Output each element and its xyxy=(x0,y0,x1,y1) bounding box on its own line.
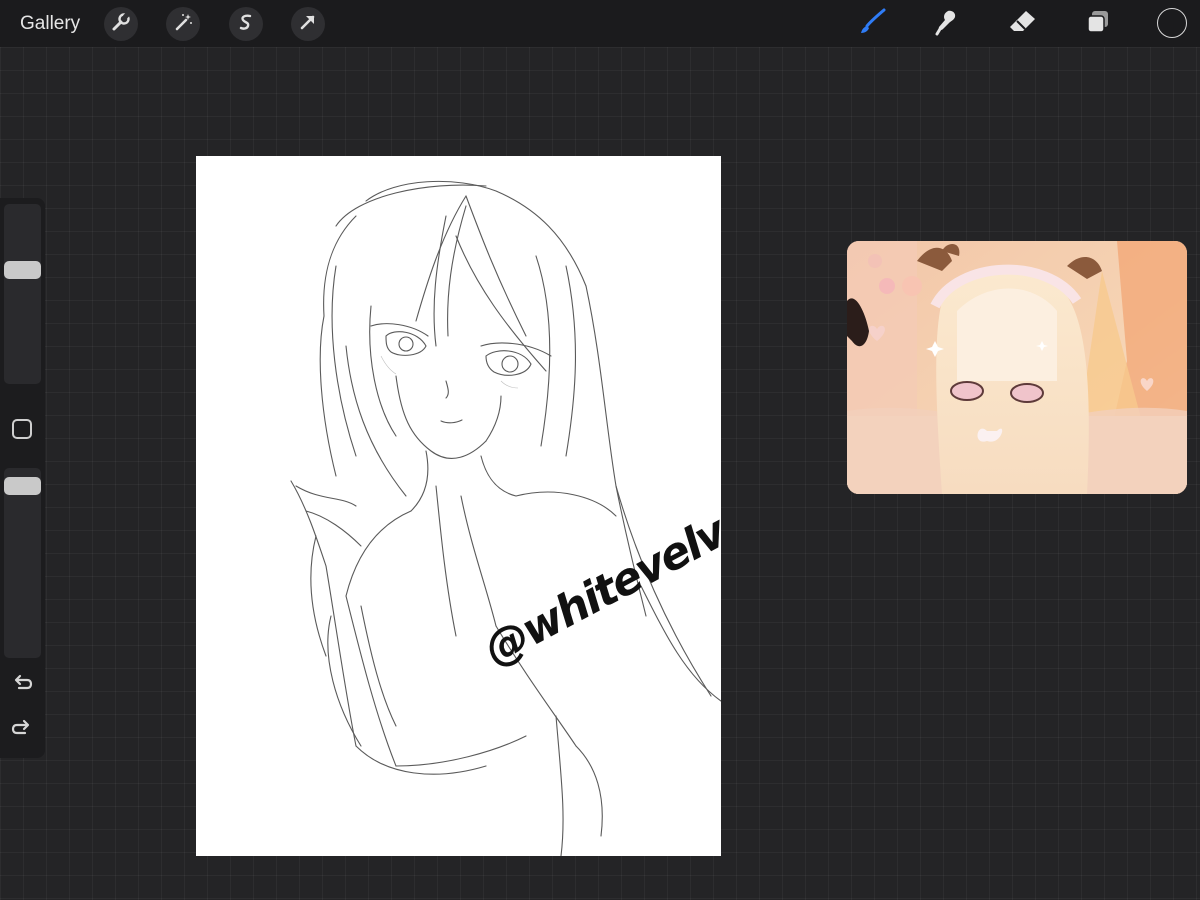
modify-button[interactable] xyxy=(12,419,32,439)
brush-size-slider[interactable] xyxy=(4,204,41,384)
reference-image xyxy=(847,241,1187,494)
reference-window[interactable] xyxy=(847,241,1187,494)
left-sidebar xyxy=(0,198,45,758)
color-picker-button[interactable] xyxy=(1157,8,1187,38)
brush-size-slider-thumb[interactable] xyxy=(4,260,41,279)
smudge-button[interactable] xyxy=(928,6,964,42)
gallery-button[interactable]: Gallery xyxy=(20,12,80,36)
redo-button[interactable] xyxy=(10,717,34,741)
brush-icon xyxy=(857,7,887,42)
adjustments-button[interactable] xyxy=(166,7,200,41)
layers-icon xyxy=(1083,7,1113,42)
selection-button[interactable] xyxy=(229,7,263,41)
sketch-artwork xyxy=(290,180,721,856)
opacity-slider-thumb[interactable] xyxy=(4,476,41,495)
smudge-icon xyxy=(931,7,961,42)
magic-wand-icon xyxy=(173,12,193,37)
top-toolbar: Gallery xyxy=(0,0,1200,47)
transform-arrow-icon xyxy=(298,12,318,37)
opacity-slider[interactable] xyxy=(4,468,41,658)
layers-button[interactable] xyxy=(1080,6,1116,42)
selection-icon xyxy=(236,12,256,37)
undo-icon xyxy=(11,672,33,697)
wrench-icon xyxy=(111,11,131,37)
eraser-button[interactable] xyxy=(1005,6,1041,42)
redo-icon xyxy=(11,717,33,742)
eraser-icon xyxy=(1007,7,1039,42)
drawing-canvas[interactable]: @whitevelvette xyxy=(196,156,721,856)
transform-button[interactable] xyxy=(291,7,325,41)
actions-button[interactable] xyxy=(104,7,138,41)
brush-button[interactable] xyxy=(854,6,890,42)
undo-button[interactable] xyxy=(10,672,34,696)
